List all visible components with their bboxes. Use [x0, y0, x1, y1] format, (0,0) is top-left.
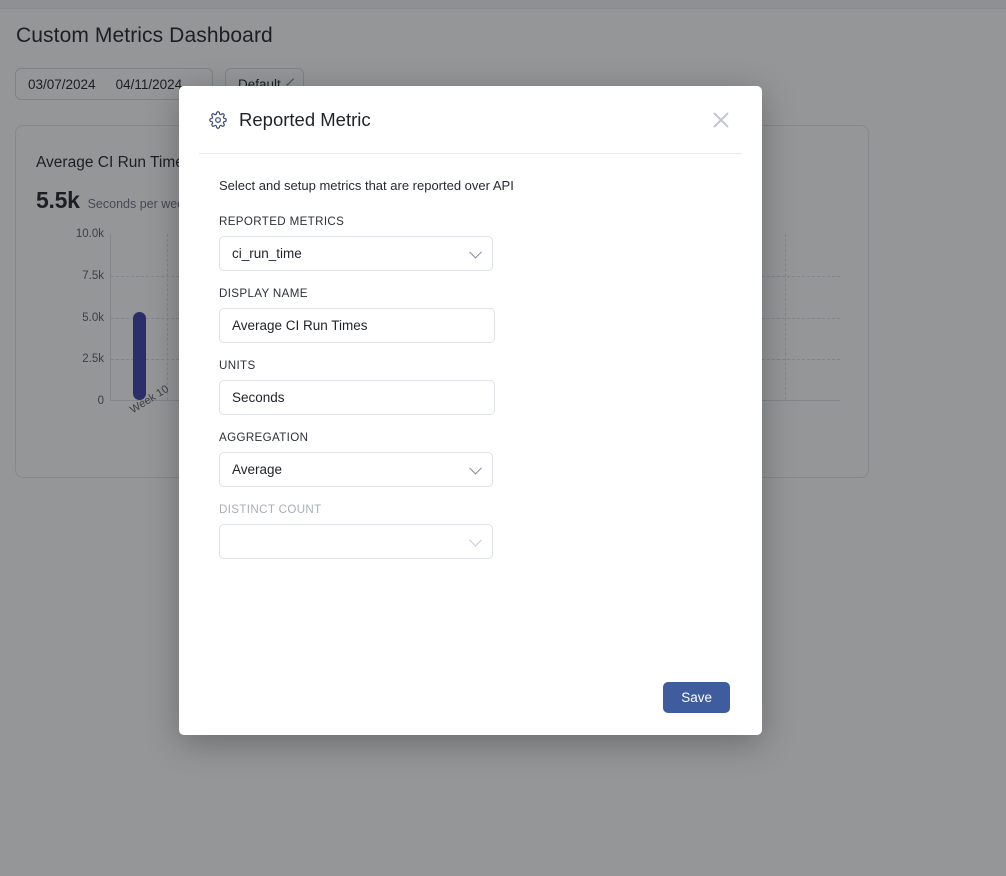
- chevron-down-icon: [469, 461, 482, 475]
- form-field-value: Seconds: [232, 390, 285, 405]
- form-field-value: ci_run_time: [232, 246, 302, 261]
- form-field: REPORTED METRICS ci_run_time: [219, 215, 722, 271]
- form-select: [219, 524, 493, 559]
- form-input[interactable]: Average CI Run Times: [219, 308, 495, 343]
- close-icon[interactable]: [708, 107, 734, 133]
- dialog-description: Select and setup metrics that are report…: [219, 178, 514, 193]
- form-field-label: DISPLAY NAME: [219, 287, 308, 300]
- save-button[interactable]: Save: [663, 681, 730, 713]
- dialog-footer: Save: [179, 659, 762, 735]
- form-field: AGGREGATION Average: [219, 431, 722, 487]
- dialog-body: Select and setup metrics that are report…: [179, 154, 762, 559]
- chevron-down-icon: [469, 245, 482, 259]
- dialog-header: Reported Metric: [199, 86, 742, 154]
- dialog-title: Reported Metric: [239, 108, 371, 130]
- form-field-label: UNITS: [219, 359, 256, 372]
- form-select[interactable]: Average: [219, 452, 493, 487]
- reported-metric-dialog: Reported Metric Select and setup metrics…: [179, 86, 762, 735]
- form-select[interactable]: ci_run_time: [219, 236, 493, 271]
- form-field: DISPLAY NAME Average CI Run Times: [219, 287, 722, 343]
- form-input[interactable]: Seconds: [219, 380, 495, 415]
- gear-icon: [209, 110, 227, 129]
- metric-form: REPORTED METRICS ci_run_time DISPLAY NAME A…: [219, 215, 722, 559]
- form-field: DISTINCT COUNT: [219, 503, 722, 559]
- form-field-label: REPORTED METRICS: [219, 215, 345, 228]
- form-field-label: DISTINCT COUNT: [219, 503, 322, 516]
- form-field-label: AGGREGATION: [219, 431, 309, 444]
- chevron-down-icon: [469, 533, 482, 547]
- form-field: UNITS Seconds: [219, 359, 722, 415]
- form-field-value: Average: [232, 462, 283, 477]
- form-field-value: Average CI Run Times: [232, 318, 368, 333]
